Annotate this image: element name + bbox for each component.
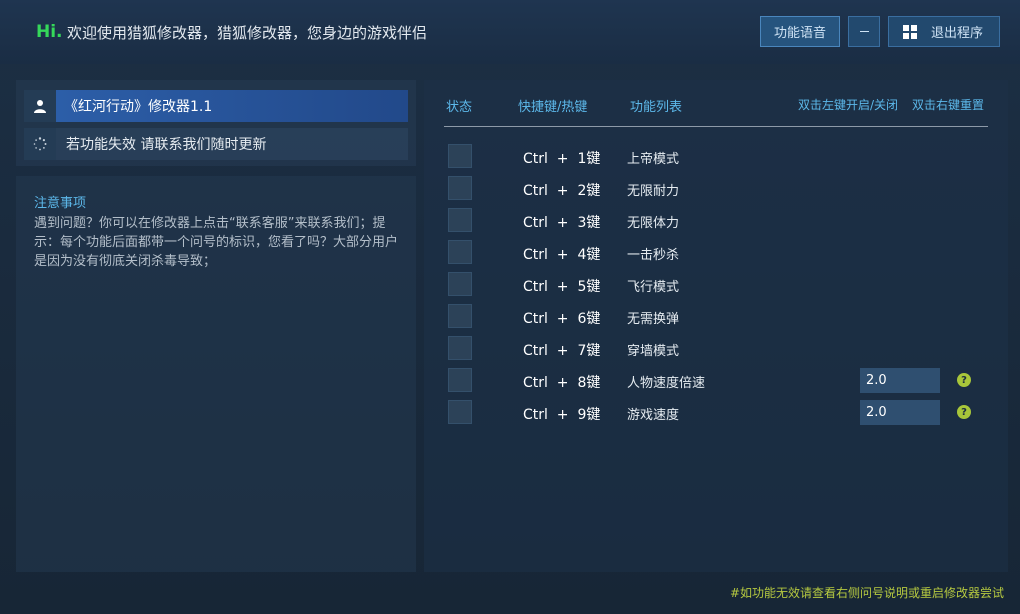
- function-name: 一击秒杀: [627, 248, 680, 263]
- function-row[interactable]: Ctrl + 5键 飞行模式: [424, 272, 1008, 298]
- function-row[interactable]: Ctrl + 1键 上帝模式: [424, 144, 1008, 170]
- voice-button[interactable]: 功能语音: [760, 16, 840, 47]
- status-toggle[interactable]: [448, 144, 472, 168]
- header-divider: [444, 126, 988, 127]
- hotkey: Ctrl + 9键: [523, 407, 601, 423]
- status-toggle[interactable]: [448, 240, 472, 264]
- speed-multiplier-input[interactable]: [860, 368, 940, 393]
- function-name: 上帝模式: [627, 152, 680, 167]
- status-toggle[interactable]: [448, 208, 472, 232]
- notes-body: 遇到问题？你可以在修改器上点击“联系客服”来联系我们；提示：每个功能后面都带一个…: [34, 216, 399, 269]
- reset-hint: 双击右键重置: [912, 98, 985, 112]
- hotkey: Ctrl + 3键: [523, 215, 601, 231]
- toggle-hint: 双击左键开启/关闭: [798, 98, 899, 112]
- status-toggle[interactable]: [448, 304, 472, 328]
- notes-panel: 注意事项 遇到问题？你可以在修改器上点击“联系客服”来联系我们；提示：每个功能后…: [16, 176, 416, 572]
- function-row[interactable]: Ctrl + 9键 游戏速度 ?: [424, 400, 1008, 426]
- loading-icon: [33, 137, 47, 151]
- column-header-hotkey: 快捷键/热键: [518, 100, 588, 115]
- user-icon: [34, 100, 46, 113]
- function-name: 无限体力: [627, 216, 680, 231]
- game-title: 《红河行动》修改器1.1: [56, 90, 408, 122]
- welcome-text: 欢迎使用猎狐修改器，猎狐修改器，您身边的游戏伴侣: [67, 24, 428, 42]
- function-name: 无需换弹: [627, 312, 680, 327]
- hotkey: Ctrl + 8键: [523, 375, 601, 391]
- status-toggle[interactable]: [448, 272, 472, 296]
- game-info-panel: 《红河行动》修改器1.1 若功能失效 请联系我们随时更新: [16, 80, 416, 166]
- exit-button-label: 退出程序: [931, 26, 984, 41]
- function-row[interactable]: Ctrl + 8键 人物速度倍速 ?: [424, 368, 1008, 394]
- hotkey: Ctrl + 1键: [523, 151, 601, 167]
- minimize-icon: [859, 31, 869, 32]
- hotkey: Ctrl + 6键: [523, 311, 601, 327]
- function-row[interactable]: Ctrl + 4键 一击秒杀: [424, 240, 1008, 266]
- notes-title: 注意事项: [34, 196, 87, 211]
- hotkey: Ctrl + 5键: [523, 279, 601, 295]
- app-header: Hi. 欢迎使用猎狐修改器，猎狐修改器，您身边的游戏伴侣 功能语音 退出程序: [0, 0, 1020, 64]
- minimize-button[interactable]: [848, 16, 880, 47]
- game-title-row[interactable]: 《红河行动》修改器1.1: [24, 90, 408, 122]
- function-name: 人物速度倍速: [627, 376, 706, 391]
- hotkey: Ctrl + 2键: [523, 183, 601, 199]
- hotkey: Ctrl + 4键: [523, 247, 601, 263]
- loading-icon-box: [24, 128, 56, 160]
- contact-row[interactable]: 若功能失效 请联系我们随时更新: [24, 128, 408, 160]
- function-row[interactable]: Ctrl + 6键 无需换弹: [424, 304, 1008, 330]
- function-panel: 状态 快捷键/热键 功能列表 双击左键开启/关闭 双击右键重置 Ctrl + 1…: [424, 80, 1008, 572]
- column-header-status: 状态: [446, 100, 473, 115]
- game-speed-input[interactable]: [860, 400, 940, 425]
- windows-icon: [903, 24, 917, 39]
- function-name: 飞行模式: [627, 280, 680, 295]
- help-icon[interactable]: ?: [957, 405, 971, 419]
- user-icon-box: [24, 90, 56, 122]
- help-icon[interactable]: ?: [957, 373, 971, 387]
- function-row[interactable]: Ctrl + 3键 无限体力: [424, 208, 1008, 234]
- status-toggle[interactable]: [448, 400, 472, 424]
- status-toggle[interactable]: [448, 336, 472, 360]
- function-name: 游戏速度: [627, 408, 680, 423]
- contact-text: 若功能失效 请联系我们随时更新: [66, 137, 267, 153]
- voice-button-label: 功能语音: [773, 26, 826, 41]
- status-toggle[interactable]: [448, 368, 472, 392]
- function-name: 穿墙模式: [627, 344, 680, 359]
- column-header-function: 功能列表: [630, 100, 683, 115]
- footer-hint: #如功能无效请查看右侧问号说明或重启修改器尝试: [729, 586, 1004, 600]
- hi-logo: Hi.: [36, 22, 63, 42]
- function-row[interactable]: Ctrl + 7键 穿墙模式: [424, 336, 1008, 362]
- hotkey: Ctrl + 7键: [523, 343, 601, 359]
- function-row[interactable]: Ctrl + 2键 无限耐力: [424, 176, 1008, 202]
- function-name: 无限耐力: [627, 184, 680, 199]
- exit-button[interactable]: 退出程序: [888, 16, 1000, 47]
- status-toggle[interactable]: [448, 176, 472, 200]
